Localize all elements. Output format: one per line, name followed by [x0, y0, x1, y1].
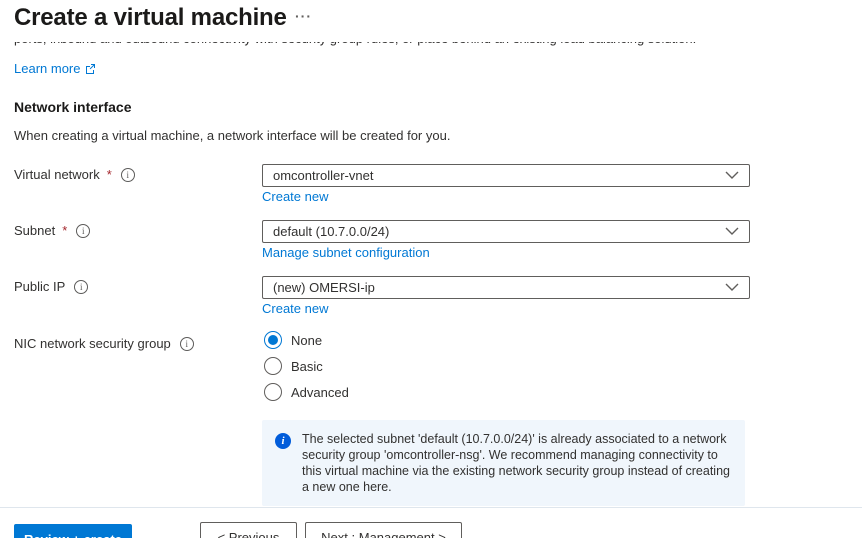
- subnet-label: Subnet* i: [14, 223, 90, 238]
- external-link-icon: [84, 63, 96, 75]
- review-create-button[interactable]: Review + create: [14, 524, 132, 538]
- info-tooltip-icon[interactable]: i: [180, 337, 194, 351]
- section-heading: Network interface: [14, 99, 131, 115]
- learn-more-link[interactable]: Learn more: [14, 61, 96, 76]
- next-management-button[interactable]: Next : Management >: [305, 522, 462, 538]
- create-new-vnet-link[interactable]: Create new: [262, 189, 328, 204]
- nic-nsg-radio-none[interactable]: None: [264, 331, 322, 349]
- public-ip-value: (new) OMERSI-ip: [273, 280, 375, 295]
- learn-more-label: Learn more: [14, 61, 80, 76]
- chevron-down-icon: [725, 171, 739, 180]
- chevron-down-icon: [725, 227, 739, 236]
- public-ip-label: Public IP i: [14, 279, 88, 294]
- required-asterisk: *: [107, 167, 112, 182]
- virtual-network-select[interactable]: omcontroller-vnet: [262, 164, 750, 187]
- nic-nsg-radio-advanced[interactable]: Advanced: [264, 383, 349, 401]
- nic-nsg-radio-basic[interactable]: Basic: [264, 357, 323, 375]
- section-description: When creating a virtual machine, a netwo…: [14, 128, 450, 143]
- subnet-nsg-info-banner: i The selected subnet 'default (10.7.0.0…: [262, 420, 745, 506]
- radio-label: None: [291, 333, 322, 348]
- info-tooltip-icon[interactable]: i: [74, 280, 88, 294]
- subnet-select[interactable]: default (10.7.0.0/24): [262, 220, 750, 243]
- radio-button-icon: [264, 383, 282, 401]
- more-options-ellipsis-icon[interactable]: ···: [295, 8, 312, 24]
- info-banner-text: The selected subnet 'default (10.7.0.0/2…: [302, 431, 731, 495]
- info-tooltip-icon[interactable]: i: [76, 224, 90, 238]
- footer-divider: [0, 507, 862, 508]
- virtual-network-label: Virtual network* i: [14, 167, 135, 182]
- page-title: Create a virtual machine: [14, 4, 287, 32]
- required-asterisk: *: [62, 223, 67, 238]
- info-tooltip-icon[interactable]: i: [121, 168, 135, 182]
- previous-button[interactable]: < Previous: [200, 522, 297, 538]
- manage-subnet-configuration-link[interactable]: Manage subnet configuration: [262, 245, 430, 260]
- nic-nsg-label: NIC network security group i: [14, 336, 194, 351]
- info-icon: i: [275, 433, 291, 449]
- radio-label: Advanced: [291, 385, 349, 400]
- chevron-down-icon: [725, 283, 739, 292]
- create-new-public-ip-link[interactable]: Create new: [262, 301, 328, 316]
- virtual-network-value: omcontroller-vnet: [273, 168, 373, 183]
- radio-button-icon: [264, 357, 282, 375]
- clipped-scrolled-text: ports, inbound and outbound connectivity…: [14, 42, 862, 57]
- radio-label: Basic: [291, 359, 323, 374]
- create-vm-page: Create a virtual machine ··· ports, inbo…: [0, 0, 862, 538]
- subnet-value: default (10.7.0.0/24): [273, 224, 389, 239]
- radio-button-icon: [264, 331, 282, 349]
- public-ip-select[interactable]: (new) OMERSI-ip: [262, 276, 750, 299]
